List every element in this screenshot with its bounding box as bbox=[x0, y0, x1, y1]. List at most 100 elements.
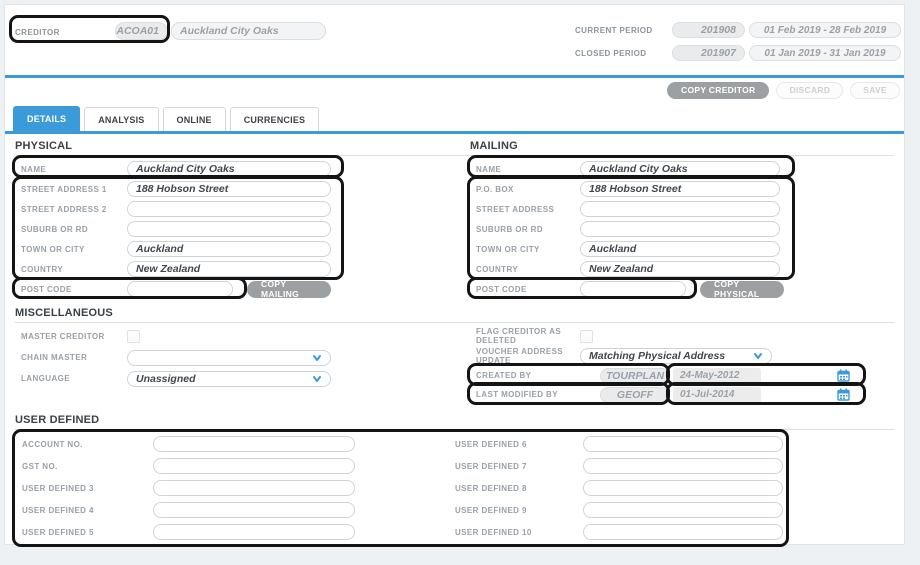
voucher-address-dropdown[interactable]: Matching Physical Address bbox=[580, 348, 772, 364]
physical-street2-input[interactable] bbox=[127, 201, 331, 217]
voucher-address-label: VOUCHER ADDRESS UPDATE bbox=[476, 347, 580, 365]
physical-section-title: PHYSICAL bbox=[15, 140, 470, 156]
tab-bar: DETAILS ANALYSIS ONLINE CURRENCIES bbox=[5, 104, 904, 134]
mailing-section: MAILING NAMEAuckland City Oaks P.O. BOX1… bbox=[470, 140, 894, 299]
physical-town-label: TOWN OR CITY bbox=[21, 245, 127, 254]
physical-suburb-label: SUBURB OR RD bbox=[21, 225, 127, 234]
chain-master-dropdown[interactable] bbox=[127, 350, 331, 366]
master-creditor-label: MASTER CREDITOR bbox=[21, 332, 127, 341]
creditor-name-field: Auckland City Oaks bbox=[171, 22, 326, 40]
physical-street1-input[interactable]: 188 Hobson Street bbox=[127, 181, 331, 197]
chevron-down-icon bbox=[312, 374, 322, 384]
discard-button[interactable]: DISCARD bbox=[776, 82, 843, 99]
mailing-pobox-label: P.O. BOX bbox=[476, 185, 580, 194]
user-defined-8-input[interactable] bbox=[583, 480, 783, 496]
mailing-town-input[interactable]: Auckland bbox=[580, 241, 780, 257]
physical-street1-label: STREET ADDRESS 1 bbox=[21, 185, 127, 194]
current-period-code: 201908 bbox=[672, 22, 745, 38]
user-defined-section-title: USER DEFINED bbox=[15, 414, 894, 430]
last-modified-date-input[interactable]: 01-Jul-2014 bbox=[673, 387, 761, 403]
tab-details[interactable]: DETAILS bbox=[13, 106, 80, 131]
physical-postcode-input[interactable] bbox=[127, 281, 233, 297]
user-defined-10-label: USER DEFINED 10 bbox=[455, 528, 583, 537]
miscellaneous-right-column: FLAG CREDITOR AS DELETED VOUCHER ADDRESS… bbox=[470, 326, 894, 404]
copy-physical-button[interactable]: COPY PHYSICAL bbox=[700, 281, 784, 298]
user-defined-7-label: USER DEFINED 7 bbox=[455, 462, 583, 471]
user-defined-5-label: USER DEFINED 5 bbox=[22, 528, 153, 537]
mailing-suburb-input[interactable] bbox=[580, 221, 780, 237]
physical-name-label: NAME bbox=[21, 165, 127, 174]
mailing-street-input[interactable] bbox=[580, 201, 780, 217]
voucher-address-value: Matching Physical Address bbox=[589, 350, 725, 362]
creditor-page: CREDITOR ACOA01 Auckland City Oaks CURRE… bbox=[4, 4, 905, 545]
language-dropdown[interactable]: Unassigned bbox=[127, 371, 331, 387]
copy-creditor-button[interactable]: COPY CREDITOR bbox=[667, 82, 769, 99]
mailing-pobox-input[interactable]: 188 Hobson Street bbox=[580, 181, 780, 197]
physical-section: PHYSICAL NAMEAuckland City Oaks STREET A… bbox=[15, 140, 470, 299]
gst-no-input[interactable] bbox=[153, 458, 355, 474]
chevron-down-icon bbox=[753, 351, 763, 361]
physical-country-input[interactable]: New Zealand bbox=[127, 261, 331, 277]
user-defined-7-input[interactable] bbox=[583, 458, 783, 474]
current-period-label: CURRENT PERIOD bbox=[575, 26, 653, 35]
user-defined-left-column: ACCOUNT NO. GST NO. USER DEFINED 3 USER … bbox=[15, 433, 455, 543]
creditor-code-field: ACOA01 bbox=[115, 22, 168, 40]
user-defined-4-input[interactable] bbox=[153, 502, 355, 518]
chevron-down-icon bbox=[312, 353, 322, 363]
created-date-input[interactable]: 24-May-2012 bbox=[673, 368, 761, 384]
save-button[interactable]: SAVE bbox=[850, 82, 900, 99]
account-no-input[interactable] bbox=[153, 436, 355, 452]
created-by-label: CREATED BY bbox=[476, 371, 580, 380]
closed-period-code: 201907 bbox=[672, 45, 745, 61]
user-defined-5-input[interactable] bbox=[153, 524, 355, 540]
language-value: Unassigned bbox=[136, 373, 196, 385]
user-defined-3-input[interactable] bbox=[153, 480, 355, 496]
mailing-name-label: NAME bbox=[476, 165, 580, 174]
master-creditor-checkbox[interactable] bbox=[127, 330, 140, 343]
mailing-suburb-label: SUBURB OR RD bbox=[476, 225, 580, 234]
miscellaneous-left-column: MASTER CREDITOR CHAIN MASTER LANGUAGE bbox=[15, 326, 470, 404]
mailing-postcode-input[interactable] bbox=[580, 281, 686, 297]
physical-suburb-input[interactable] bbox=[127, 221, 331, 237]
tab-online[interactable]: ONLINE bbox=[163, 107, 226, 131]
mailing-country-label: COUNTRY bbox=[476, 265, 580, 274]
calendar-icon[interactable] bbox=[837, 388, 850, 401]
chain-master-label: CHAIN MASTER bbox=[21, 353, 127, 362]
mailing-postcode-label: POST CODE bbox=[476, 285, 580, 294]
physical-town-input[interactable]: Auckland bbox=[127, 241, 331, 257]
mailing-town-label: TOWN OR CITY bbox=[476, 245, 580, 254]
user-defined-6-input[interactable] bbox=[583, 436, 783, 452]
physical-country-label: COUNTRY bbox=[21, 265, 127, 274]
miscellaneous-section: MISCELLANEOUS MASTER CREDITOR CHAIN MAST… bbox=[15, 307, 894, 404]
gst-no-label: GST NO. bbox=[22, 462, 153, 471]
current-period-range: 01 Feb 2019 - 28 Feb 2019 bbox=[749, 22, 901, 38]
user-defined-8-label: USER DEFINED 8 bbox=[455, 484, 583, 493]
user-defined-9-input[interactable] bbox=[583, 502, 783, 518]
closed-period-range: 01 Jan 2019 - 31 Jan 2019 bbox=[749, 45, 901, 61]
mailing-section-title: MAILING bbox=[470, 140, 894, 156]
miscellaneous-section-title: MISCELLANEOUS bbox=[15, 307, 894, 323]
physical-name-input[interactable]: Auckland City Oaks bbox=[127, 161, 331, 177]
user-defined-4-label: USER DEFINED 4 bbox=[22, 506, 153, 515]
flag-deleted-checkbox[interactable] bbox=[580, 330, 593, 343]
user-defined-3-label: USER DEFINED 3 bbox=[22, 484, 153, 493]
closed-period-label: CLOSED PERIOD bbox=[575, 49, 646, 58]
last-modified-by-label: LAST MODIFIED BY bbox=[476, 390, 580, 399]
physical-postcode-label: POST CODE bbox=[21, 285, 127, 294]
flag-deleted-label: FLAG CREDITOR AS DELETED bbox=[476, 327, 580, 345]
user-defined-right-column: USER DEFINED 6 USER DEFINED 7 USER DEFIN… bbox=[455, 433, 894, 543]
tab-currencies[interactable]: CURRENCIES bbox=[230, 107, 320, 131]
copy-mailing-button[interactable]: COPY MAILING bbox=[247, 281, 331, 298]
mailing-name-input[interactable]: Auckland City Oaks bbox=[580, 161, 780, 177]
user-defined-section: USER DEFINED ACCOUNT NO. GST NO. USER DE… bbox=[15, 414, 894, 543]
action-bar: COPY CREDITOR DISCARD SAVE bbox=[5, 78, 904, 102]
mailing-street-label: STREET ADDRESS bbox=[476, 205, 580, 214]
user-defined-10-input[interactable] bbox=[583, 524, 783, 540]
calendar-icon[interactable] bbox=[837, 369, 850, 382]
details-content: PHYSICAL NAMEAuckland City Oaks STREET A… bbox=[5, 140, 904, 543]
tab-analysis[interactable]: ANALYSIS bbox=[84, 107, 158, 131]
account-no-label: ACCOUNT NO. bbox=[22, 440, 153, 449]
mailing-country-input[interactable]: New Zealand bbox=[580, 261, 780, 277]
physical-street2-label: STREET ADDRESS 2 bbox=[21, 205, 127, 214]
header-band: CREDITOR ACOA01 Auckland City Oaks CURRE… bbox=[5, 5, 904, 75]
